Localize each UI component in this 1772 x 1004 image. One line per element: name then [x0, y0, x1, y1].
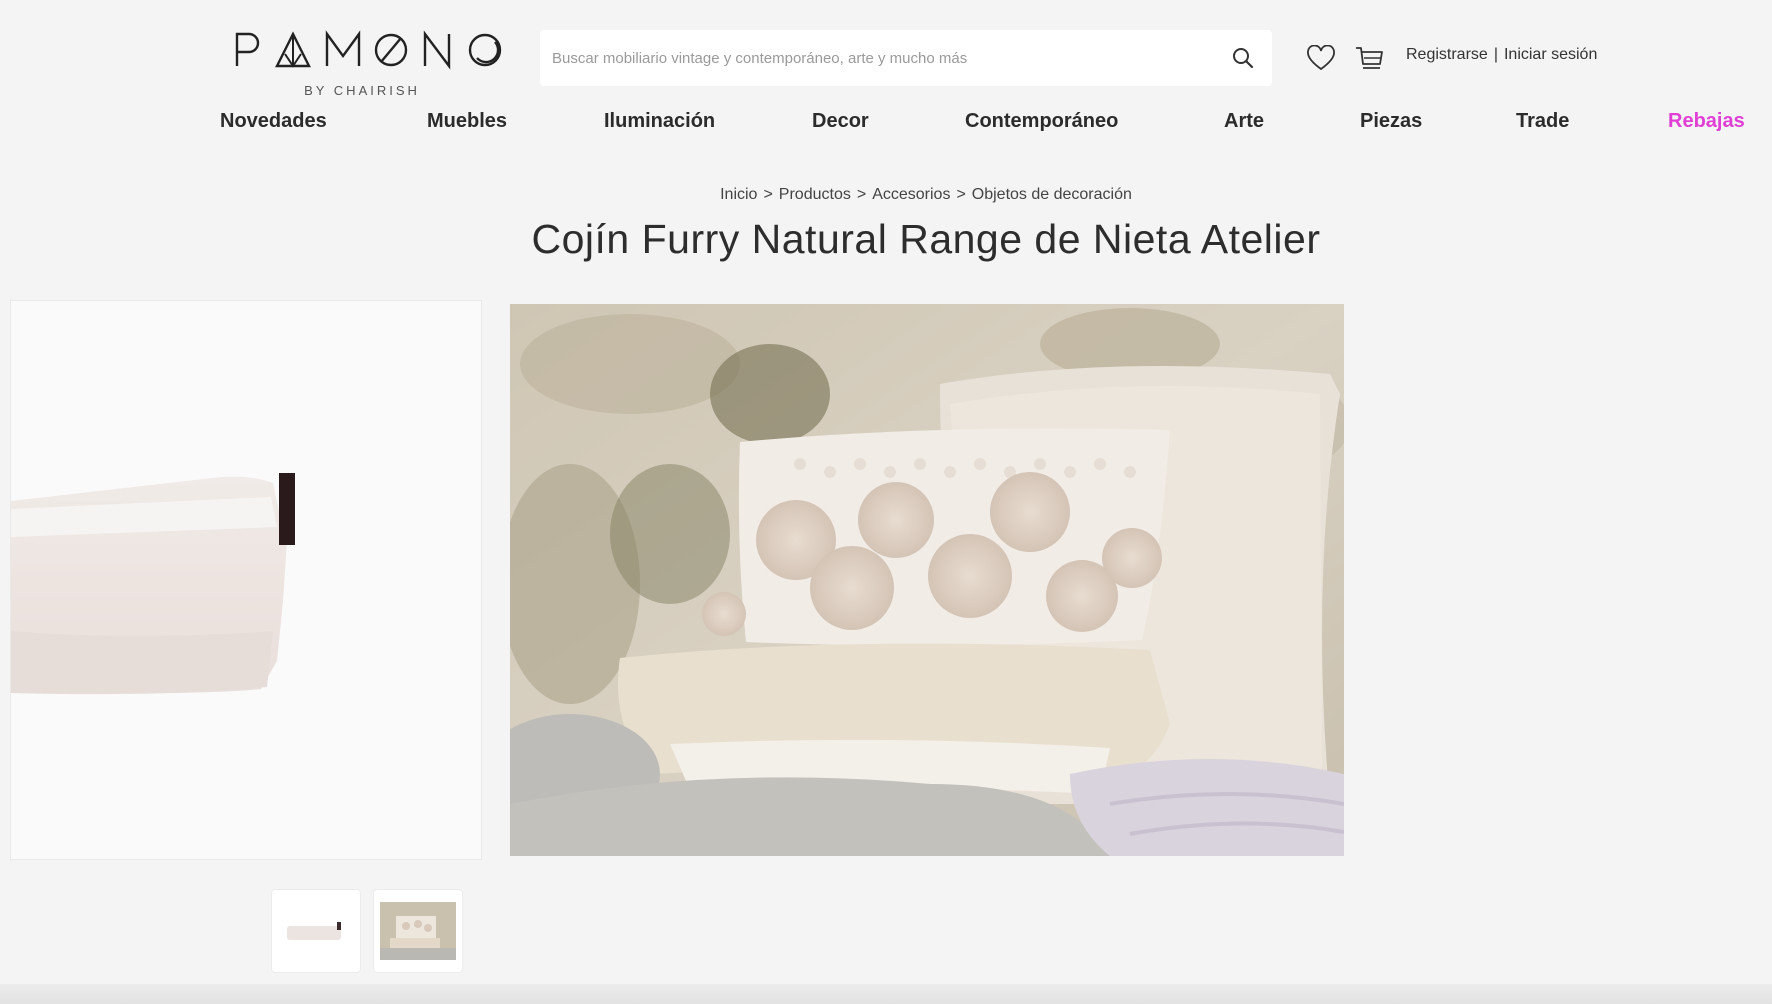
search-icon — [1233, 48, 1254, 69]
breadcrumb-separator: > — [763, 186, 773, 203]
breadcrumb-item[interactable]: Objetos de decoración — [972, 186, 1132, 204]
nav-item-trade[interactable]: Trade — [1516, 110, 1569, 133]
nav-item-iluminacion[interactable]: Iluminación — [604, 110, 715, 133]
main-nav: Novedades Muebles Iluminación Decor Cont… — [220, 110, 1750, 140]
search-input[interactable] — [552, 49, 1226, 67]
nav-item-arte[interactable]: Arte — [1224, 110, 1264, 133]
login-link[interactable]: Iniciar sesión — [1504, 46, 1597, 64]
breadcrumb-item[interactable]: Accesorios — [872, 186, 950, 204]
breadcrumb-item[interactable]: Inicio — [720, 186, 757, 204]
nav-item-rebajas[interactable]: Rebajas — [1668, 110, 1745, 133]
breadcrumb-separator: > — [956, 186, 966, 203]
cushion-lifestyle-photo — [510, 304, 1344, 856]
nav-item-muebles[interactable]: Muebles — [427, 110, 507, 133]
gallery-main-image[interactable] — [510, 304, 1344, 856]
logo-wordmark — [219, 28, 505, 81]
search-button[interactable] — [1226, 41, 1260, 75]
nav-item-decor[interactable]: Decor — [812, 110, 869, 133]
page-bottom-edge — [0, 984, 1772, 1004]
cart-button[interactable] — [1352, 41, 1386, 75]
nav-item-novedades[interactable]: Novedades — [220, 110, 327, 133]
gallery-thumbnail[interactable] — [272, 890, 360, 972]
logo-wordmark-graphic — [235, 30, 502, 70]
thumbnail-image — [287, 922, 341, 940]
page-title: Cojín Furry Natural Range de Nieta Ateli… — [531, 216, 1321, 262]
auth-links: Registrarse | Iniciar sesión — [1406, 46, 1597, 64]
gallery-previous-image[interactable] — [10, 300, 482, 860]
cart-icon — [1356, 47, 1383, 69]
cushion-product-photo — [11, 473, 295, 695]
header-icons — [1304, 40, 1386, 76]
wishlist-button[interactable] — [1304, 41, 1338, 75]
breadcrumb-separator: > — [856, 186, 867, 203]
nav-item-contemporaneo[interactable]: Contemporáneo — [965, 110, 1118, 133]
breadcrumb: Inicio > Productos > Accesorios > Objeto… — [0, 186, 1772, 204]
thumbnail-image — [380, 902, 456, 960]
register-link[interactable]: Registrarse — [1406, 46, 1488, 64]
gallery-thumbnails — [272, 890, 462, 972]
search-bar — [540, 30, 1272, 86]
heart-icon — [1307, 45, 1335, 71]
auth-separator: | — [1493, 46, 1498, 63]
nav-item-piezas[interactable]: Piezas — [1360, 110, 1422, 133]
breadcrumb-item[interactable]: Productos — [779, 186, 851, 204]
gallery-thumbnail-active[interactable] — [374, 890, 462, 972]
logo[interactable]: BY CHAIRISH — [218, 28, 506, 98]
logo-subtitle: BY CHAIRISH — [304, 83, 420, 98]
